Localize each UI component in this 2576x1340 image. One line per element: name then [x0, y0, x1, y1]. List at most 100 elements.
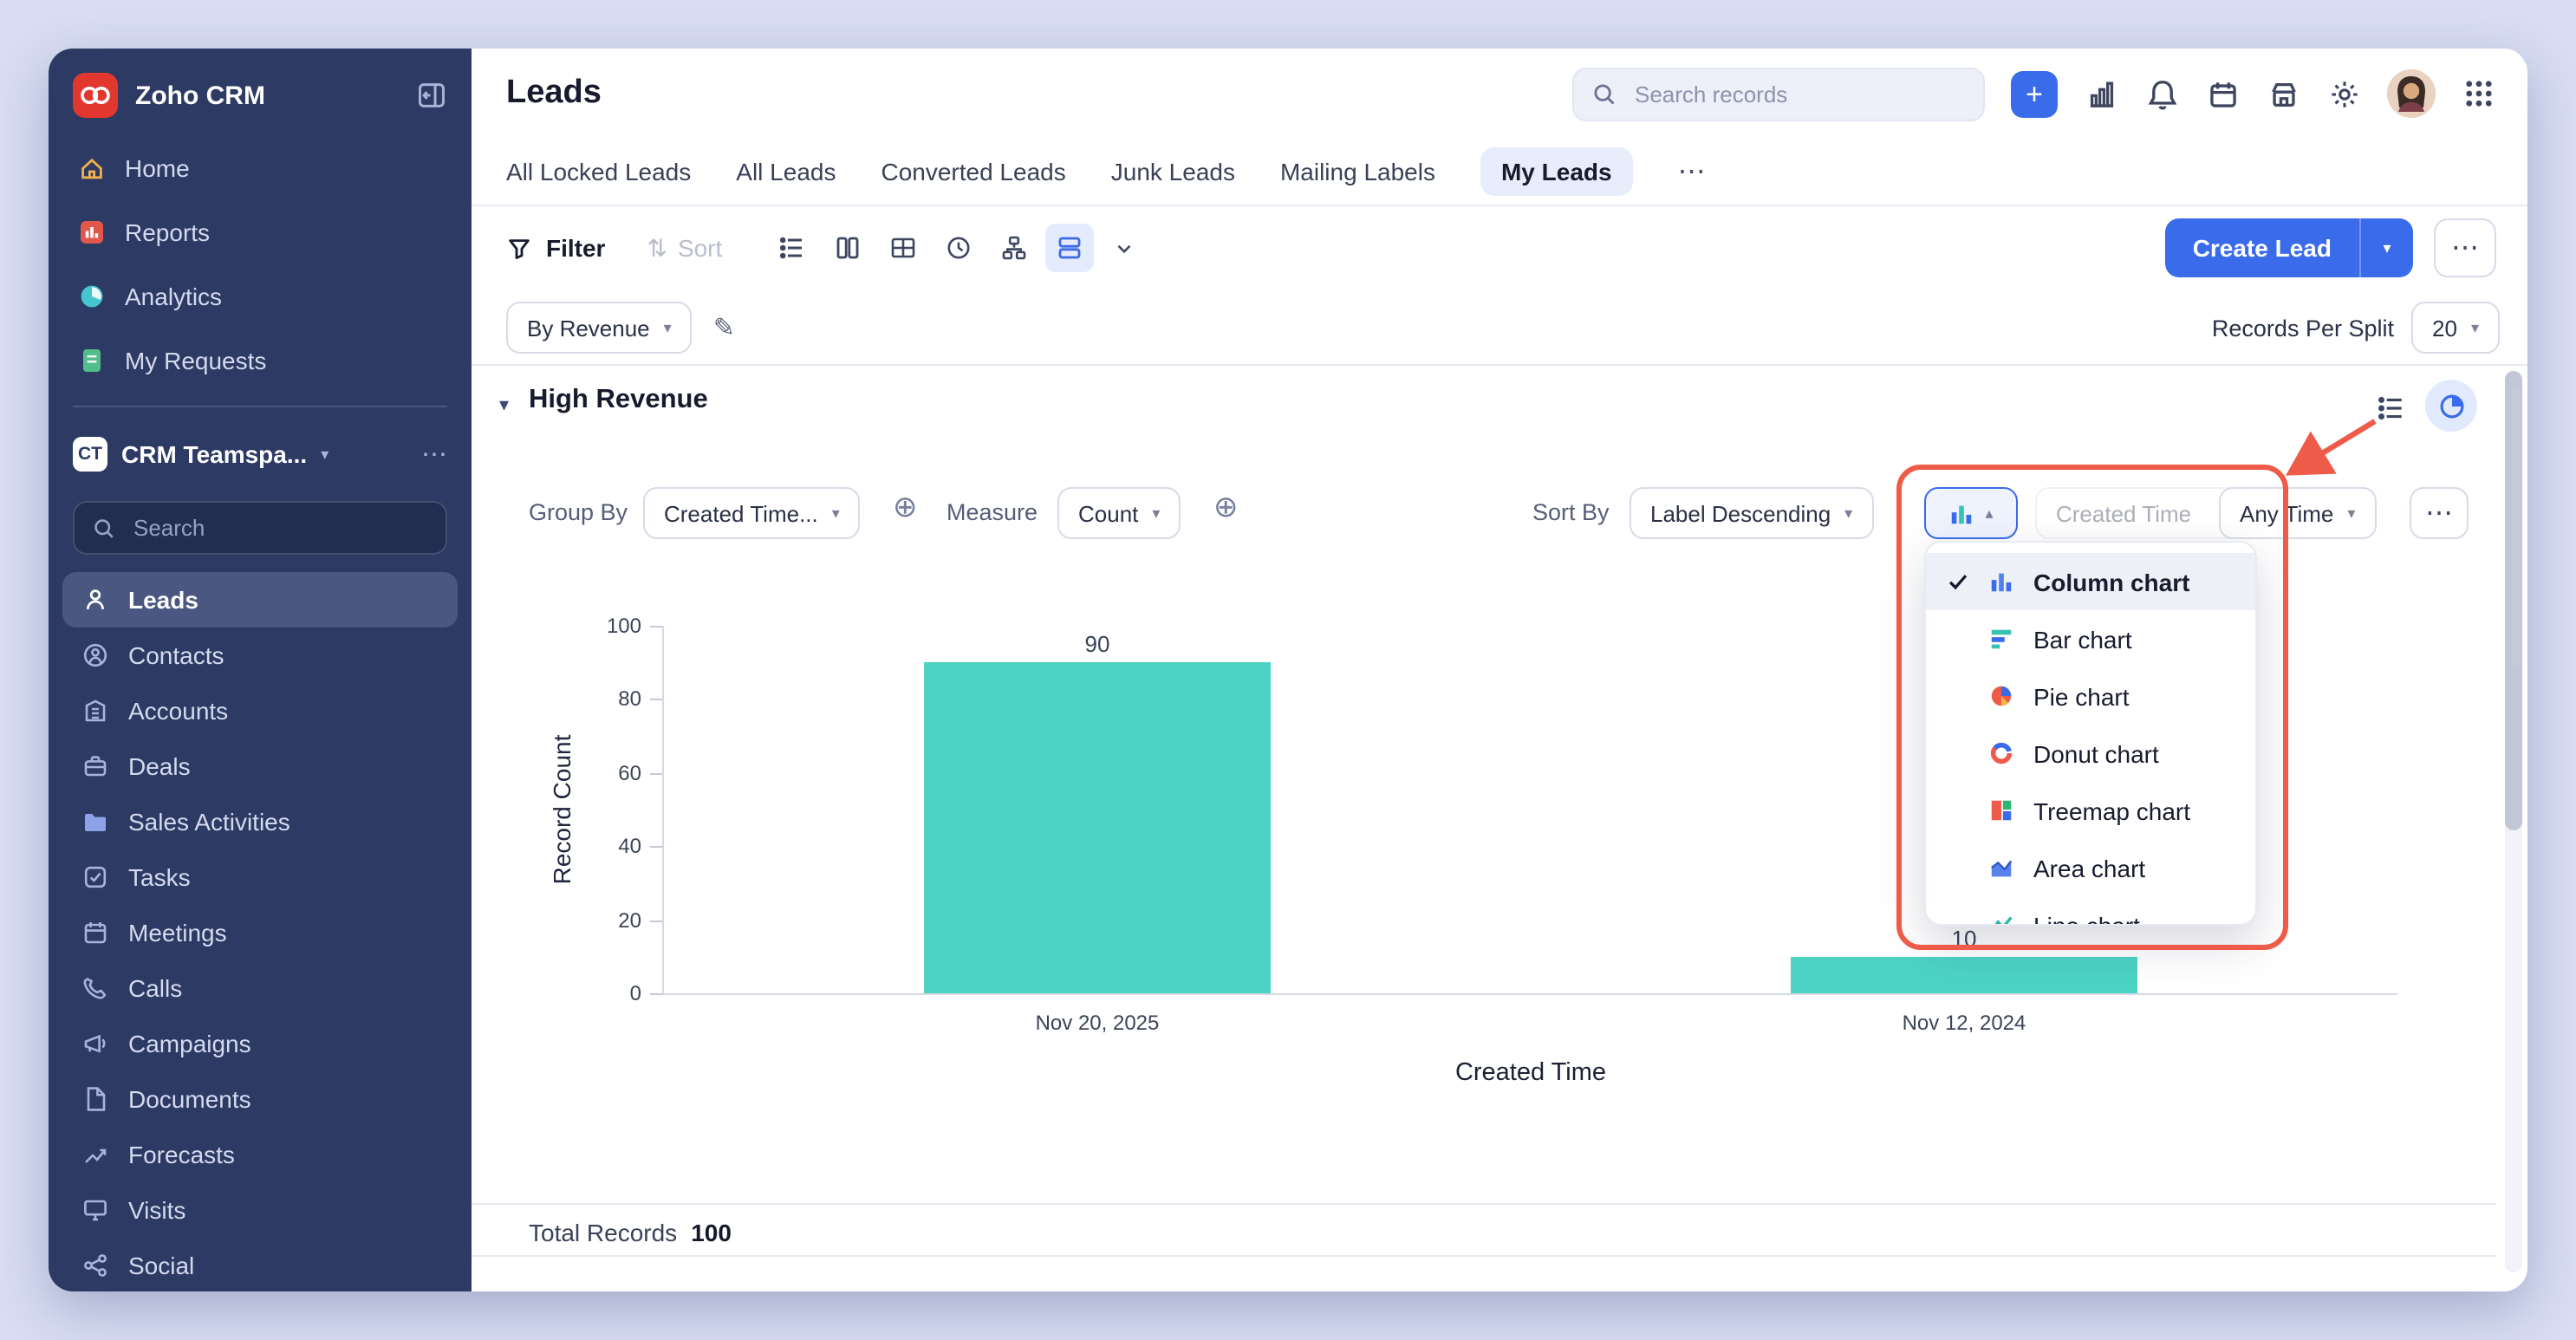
section-list-view-icon[interactable] — [2371, 388, 2410, 426]
split-field-dropdown[interactable]: By Revenue ▾ — [506, 302, 693, 354]
sidebar-item-campaigns[interactable]: Campaigns — [62, 1016, 458, 1071]
column-chart-icon — [1988, 569, 2018, 595]
sidebar-item-label: Home — [125, 153, 190, 181]
tab-mailing-labels[interactable]: Mailing Labels — [1280, 158, 1435, 185]
date-range-value: Any Time — [2240, 500, 2333, 526]
sidebar-item-analytics[interactable]: Analytics — [49, 263, 472, 328]
tab-my-leads[interactable]: My Leads — [1480, 147, 1633, 196]
list-view-tabs: All Locked Leads All Leads Converted Lea… — [472, 139, 2527, 206]
y-tick-label: 0 — [572, 981, 641, 1005]
sidebar-item-tasks[interactable]: Tasks — [62, 849, 458, 905]
tabs-more-icon[interactable]: ⋯ — [1678, 154, 1706, 189]
user-avatar[interactable] — [2387, 69, 2436, 118]
sidebar-search-input[interactable] — [130, 513, 428, 543]
sidebar-item-calls[interactable]: Calls — [62, 960, 458, 1016]
settings-gear-icon[interactable] — [2326, 76, 2361, 111]
menu-item-area-chart[interactable]: Area chart — [1926, 839, 2255, 896]
menu-item-treemap-chart[interactable]: Treemap chart — [1926, 782, 2255, 839]
menu-item-line-chart[interactable]: Line chart — [1926, 896, 2255, 926]
search-icon — [1591, 81, 1617, 107]
tab-all-leads[interactable]: All Leads — [736, 158, 836, 185]
group-by-dropdown[interactable]: Created Time... ▾ — [643, 487, 861, 539]
sidebar-item-label: Documents — [128, 1085, 251, 1113]
teamspace-selector[interactable]: CT CRM Teamspa... ▾ ⋯ — [49, 421, 472, 487]
table-view-icon[interactable] — [878, 224, 927, 272]
quick-create-button[interactable]: + — [2011, 70, 2058, 117]
sidebar-top-nav: Home Reports Analytics My Requests — [49, 135, 472, 392]
chevron-down-icon: ▾ — [664, 318, 672, 337]
edit-split-icon[interactable]: ✎ — [713, 312, 735, 343]
teamspace-more-icon[interactable]: ⋯ — [421, 439, 447, 470]
tab-all-locked-leads[interactable]: All Locked Leads — [506, 158, 691, 185]
tab-converted-leads[interactable]: Converted Leads — [881, 158, 1065, 185]
create-lead-split-button: Create Lead ▾ — [2165, 218, 2413, 277]
create-lead-dropdown-button[interactable]: ▾ — [2359, 218, 2413, 277]
chart-bar[interactable] — [1791, 957, 2137, 993]
views-chevron-down-icon[interactable] — [1100, 224, 1148, 272]
global-search-input[interactable] — [1631, 79, 1966, 108]
add-group-by-icon[interactable]: ⊕ — [893, 491, 918, 525]
zia-insights-icon[interactable] — [2084, 76, 2118, 111]
section-chart-view-icon[interactable] — [2425, 380, 2477, 432]
section-collapse-caret[interactable]: ▾ — [499, 394, 509, 416]
sidebar-item-forecasts[interactable]: Forecasts — [62, 1127, 458, 1182]
calendar-icon[interactable] — [2205, 76, 2240, 111]
records-per-split-dropdown[interactable]: 20 ▾ — [2411, 302, 2500, 354]
zoho-crm-window: Zoho CRM Home Reports Analytics — [49, 49, 2527, 1291]
sidebar-item-social[interactable]: Social — [62, 1238, 458, 1291]
sidebar-item-sales-activities[interactable]: Sales Activities — [62, 794, 458, 849]
sidebar-item-contacts[interactable]: Contacts — [62, 628, 458, 683]
menu-item-pie-chart[interactable]: Pie chart — [1926, 667, 2255, 725]
chevron-up-icon: ▴ — [1985, 504, 1993, 523]
marketplace-icon[interactable] — [2266, 76, 2300, 111]
apps-grid-icon[interactable] — [2462, 76, 2496, 111]
chart-type-button[interactable]: ▴ — [1924, 487, 2018, 539]
documents-icon — [80, 1084, 109, 1114]
sidebar-item-leads[interactable]: Leads — [62, 572, 458, 628]
menu-item-label: Area chart — [2033, 854, 2145, 881]
sidebar-item-home[interactable]: Home — [49, 135, 472, 199]
menu-item-column-chart[interactable]: Column chart — [1926, 553, 2255, 610]
menu-scrollbar-thumb[interactable] — [2512, 387, 2521, 667]
chart-view-icon[interactable] — [933, 224, 982, 272]
create-lead-button[interactable]: Create Lead — [2165, 218, 2359, 277]
sidebar-item-visits[interactable]: Visits — [62, 1182, 458, 1238]
kanban-view-icon[interactable] — [823, 224, 871, 272]
sidebar-item-deals[interactable]: Deals — [62, 738, 458, 794]
menu-item-donut-chart[interactable]: Donut chart — [1926, 725, 2255, 782]
collapse-sidebar-icon[interactable] — [416, 80, 447, 111]
split-view-icon[interactable] — [1044, 224, 1093, 272]
date-field-value: Created Time — [2056, 500, 2191, 526]
global-search[interactable] — [1572, 67, 1985, 120]
bar-value-label: 10 — [1952, 926, 1977, 952]
sort-by-dropdown[interactable]: Label Descending ▾ — [1630, 487, 1873, 539]
home-icon — [76, 153, 106, 182]
menu-item-bar-chart[interactable]: Bar chart — [1926, 610, 2255, 667]
tab-junk-leads[interactable]: Junk Leads — [1111, 158, 1235, 185]
sidebar-item-documents[interactable]: Documents — [62, 1071, 458, 1127]
sidebar-item-accounts[interactable]: Accounts — [62, 683, 458, 738]
hierarchy-view-icon[interactable] — [989, 224, 1038, 272]
chart-bar[interactable] — [924, 662, 1271, 993]
sidebar-item-label: Sales Activities — [128, 808, 290, 836]
sort-button[interactable]: ⇅ Sort — [647, 233, 722, 263]
sidebar-item-label: Visits — [128, 1196, 185, 1224]
filter-button[interactable]: Filter — [506, 234, 605, 262]
x-axis-title: Created Time — [664, 1059, 2397, 1087]
toolbar-more-button[interactable]: ⋯ — [2434, 218, 2496, 277]
chevron-down-icon: ▾ — [1152, 504, 1160, 523]
sidebar-search[interactable] — [73, 501, 447, 555]
sidebar-item-meetings[interactable]: Meetings — [62, 905, 458, 960]
notifications-bell-icon[interactable] — [2144, 76, 2179, 111]
add-measure-icon[interactable]: ⊕ — [1213, 491, 1239, 525]
check-icon — [1947, 570, 1973, 593]
sidebar-item-reports[interactable]: Reports — [49, 199, 472, 263]
date-range-dropdown[interactable]: Any Time ▾ — [2219, 487, 2376, 539]
filter-funnel-icon — [506, 235, 532, 261]
records-per-split: Records Per Split 20 ▾ — [2212, 302, 2500, 354]
chart-type-menu: Column chart Bar chart Pie chart — [1924, 541, 2257, 926]
sidebar-item-my-requests[interactable]: My Requests — [49, 328, 472, 392]
measure-dropdown[interactable]: Count ▾ — [1057, 487, 1181, 539]
list-view-icon[interactable] — [767, 224, 816, 272]
panel-more-button[interactable]: ⋯ — [2410, 487, 2469, 539]
